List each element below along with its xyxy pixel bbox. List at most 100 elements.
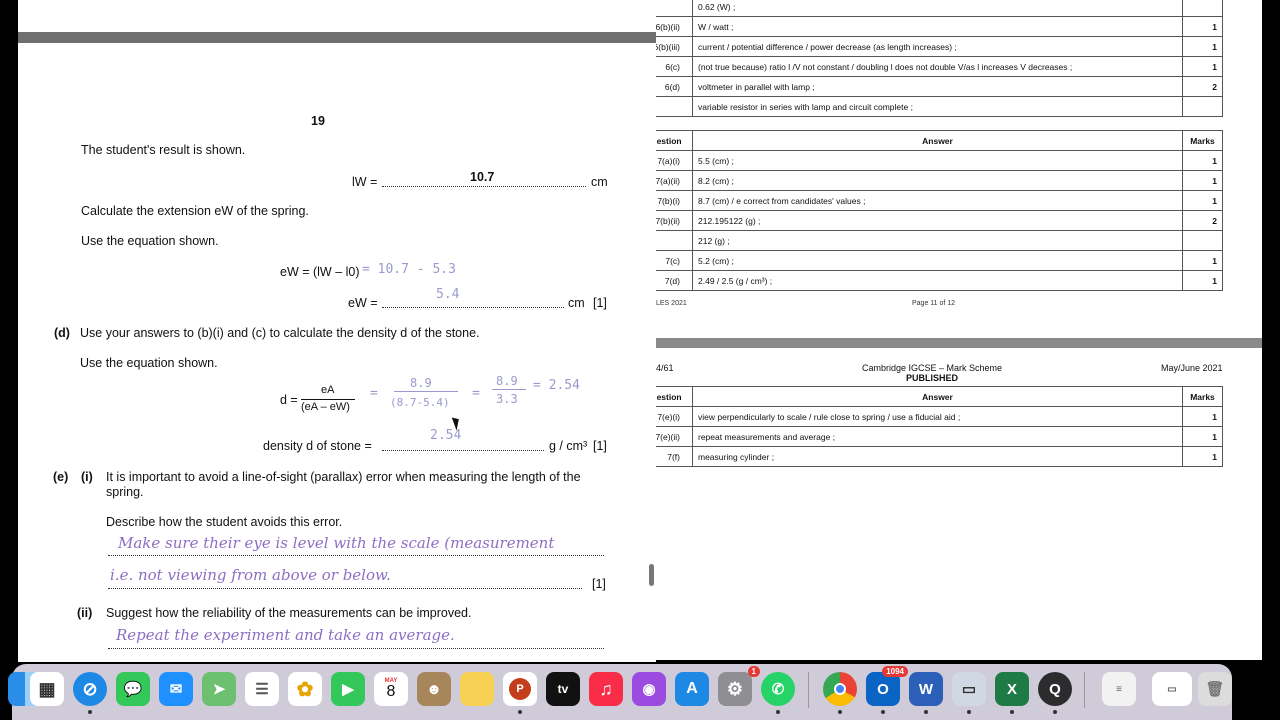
quicktime-icon[interactable]: Q [1038,672,1072,706]
answer-cell: repeat measurements and average ; [692,426,1183,447]
table-row: 212 (g) ; [640,230,1223,251]
podcasts-icon[interactable]: ◉ [632,672,666,706]
outlook-icon[interactable]: O 1094 [866,666,908,706]
mark-scheme-window[interactable]: 0.62 (W) ; 6(b)(ii) W / watt ; 1 6(b)(iii) cu… [640,0,1262,660]
powerpoint-icon[interactable]: P [503,672,537,706]
answer-line [382,186,586,187]
maps-icon[interactable]: ➤ [202,672,236,706]
mark-allocation: [1] [593,439,607,453]
answer-cell: 8.2 (cm) ; [692,170,1183,191]
mark-scheme-table-q6: 0.62 (W) ; 6(b)(ii) W / watt ; 1 6(b)(iii) cu… [640,0,1223,117]
apple-tv-icon[interactable]: tv [546,672,580,706]
handwriting-equals: = [370,386,378,401]
mark-scheme-table-q7: uestion Answer Marks 7(a)(i) 5.5 (cm) ; 1 7… [640,130,1223,291]
table-row: 0.62 (W) ; [640,0,1223,17]
chrome-icon[interactable] [823,672,857,706]
question-text: spring. [106,485,144,499]
answer-cell: variable resistor in series with lamp an… [692,96,1183,117]
word-icon[interactable]: W [909,672,943,706]
page-number: 19 [311,114,325,128]
app-store-icon[interactable]: A [675,672,709,706]
facetime-icon[interactable]: ▶ [331,672,365,706]
answer-line [382,307,564,308]
column-header-marks: Marks [1182,130,1223,151]
contacts-icon[interactable]: ☻ [417,672,451,706]
running-indicator [518,710,522,714]
question-text: Use the equation shown. [81,234,219,248]
preview-icon[interactable]: ▭ [952,672,986,706]
trash-icon[interactable]: 🗑 [1198,672,1232,706]
marks-cell [1182,96,1223,117]
page-header-code: 4/61 [656,363,674,373]
handwriting-answer-eii: Repeat the experiment and take an averag… [116,626,455,644]
notes-icon[interactable] [460,672,494,706]
apple-tv-label: tv [557,682,569,696]
handwriting-d-denominator: (8.7-5.4) [390,396,450,409]
running-indicator [1053,710,1057,714]
running-indicator [1010,710,1014,714]
system-settings-icon[interactable]: ⚙ 1 [718,666,760,706]
answer-cell: W / watt ; [692,16,1183,37]
answer-cell: 5.2 (cm) ; [692,250,1183,271]
density-unit: g / cm³ [549,439,588,453]
marks-cell: 1 [1182,446,1223,467]
photos-icon[interactable]: ✿ [288,672,322,706]
handwriting-ew-answer: 5.4 [436,287,460,302]
messages-icon[interactable]: 💬 [116,672,150,706]
column-header-answer: Answer [692,130,1183,151]
running-indicator [88,710,92,714]
mark-scheme-table-q7e: uestion Answer Marks 7(e)(i) view perpend… [640,386,1223,467]
marks-cell [1182,0,1223,17]
table-row: 7(b)(i) 8.7 (cm) / e correct from candida… [640,190,1223,211]
running-indicator [924,710,928,714]
handwriting-frac-denominator: 3.3 [496,392,518,406]
equation-d-lhs: d = [280,393,298,407]
marks-cell: 1 [1182,190,1223,211]
table-row: 7(b)(ii) 212.195122 (g) ; 2 [640,210,1223,231]
music-icon[interactable]: ♫ [589,672,623,706]
answer-line [108,648,604,649]
density-label: density d of stone = [263,439,372,453]
answer-cell: (not true because) ratio l /V not consta… [692,56,1183,77]
page-header-date: May/June 2021 [1161,363,1223,373]
handwriting-frac-numerator: 8.9 [496,374,518,388]
fraction-bar [301,399,355,400]
answer-cell: measuring cylinder ; [692,446,1183,467]
table-row: 7(a)(ii) 8.2 (cm) ; 1 [640,170,1223,191]
column-header-marks: Marks [1182,386,1223,407]
question-text: Use your answers to (b)(i) and (c) to ca… [80,326,480,340]
table-row: variable resistor in series with lamp an… [640,96,1223,117]
handwriting-ew-calc: = 10.7 - 5.3 [362,262,456,277]
marks-cell: 2 [1182,210,1223,231]
table-row: 7(d) 2.49 / 2.5 (g / cm³) ; 1 [640,270,1223,291]
table-row: 7(e)(i) view perpendicularly to scale / r… [640,406,1223,427]
running-indicator [838,710,842,714]
answer-cell: 8.7 (cm) / e correct from candidates' va… [692,190,1183,211]
answer-cell: 2.49 / 2.5 (g / cm³) ; [692,270,1183,291]
excel-icon[interactable]: X [995,672,1029,706]
launchpad-icon[interactable]: ▦ [30,672,64,706]
equation-d-numerator: eA [321,384,335,396]
calendar-icon[interactable]: MAY 8 [374,672,408,706]
handwriting-density: 2.54 [430,428,462,443]
table-row: 7(e)(ii) repeat measurements and average … [640,426,1223,447]
document-icon[interactable]: ≡ [1102,672,1136,706]
screenshot-icon[interactable]: ▭ [1152,672,1192,706]
safari-icon[interactable]: ⊘ [73,672,107,706]
handwriting-equals: = [472,386,480,401]
scrollbar-thumb[interactable] [649,564,654,586]
handwriting-fraction-bar [492,389,526,390]
whatsapp-icon[interactable]: ✆ [761,672,795,706]
question-paper-window[interactable]: 19 The student's result is shown. lW = 1… [18,0,656,662]
lw-label: lW = [352,175,378,189]
equation-d-denominator: (eA – eW) [301,401,350,413]
table-row: 6(b)(ii) W / watt ; 1 [640,16,1223,37]
page-footer-number: Page 11 of 12 [912,300,956,307]
running-indicator [967,710,971,714]
part-label-d: (d) [54,326,70,340]
answer-line [382,450,544,451]
part-label-e: (e) [53,470,69,484]
table-row: 7(f) measuring cylinder ; 1 [640,446,1223,467]
mail-icon[interactable]: ✉ [159,672,193,706]
reminders-icon[interactable]: ☰ [245,672,279,706]
